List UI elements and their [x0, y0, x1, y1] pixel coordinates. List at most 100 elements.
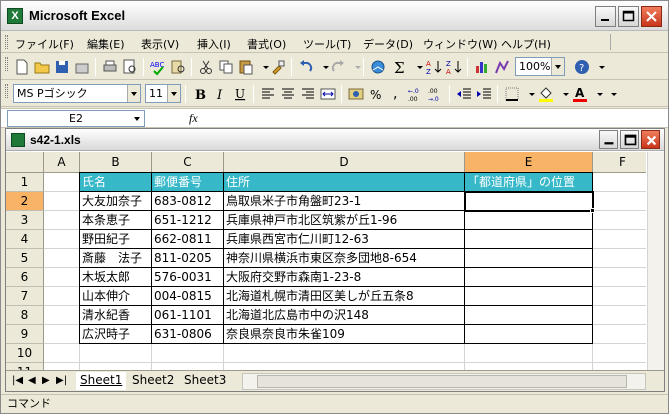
table-cell-d8[interactable]: 北海道北広島市中の沢148 — [224, 306, 465, 325]
font-color-button[interactable]: A — [571, 85, 589, 103]
table-cell-b7[interactable]: 山本伸介 — [80, 287, 152, 306]
cell-f3[interactable] — [593, 211, 646, 230]
menu-format[interactable]: 書式(O) — [247, 36, 286, 52]
align-left-button[interactable] — [259, 85, 277, 103]
select-all-corner[interactable] — [6, 152, 44, 173]
cell-a1[interactable] — [44, 173, 80, 192]
redo-dropdown[interactable] — [349, 58, 361, 76]
horizontal-scrollbar[interactable] — [242, 373, 646, 390]
borders-dropdown[interactable] — [523, 85, 535, 103]
table-cell-c2[interactable]: 683-0812 — [152, 192, 224, 211]
column-header-b[interactable]: B — [80, 152, 152, 173]
cell-b11[interactable] — [80, 363, 152, 370]
chevron-down-icon[interactable] — [551, 58, 564, 75]
sort-ascending-button[interactable]: AZ — [425, 58, 443, 76]
row-header-7[interactable]: 7 — [6, 287, 44, 306]
paste-dropdown[interactable] — [257, 58, 269, 76]
cell-e10[interactable] — [465, 344, 593, 363]
first-sheet-button[interactable]: |◀ — [12, 375, 23, 386]
sheet-tab-2[interactable]: Sheet2 — [128, 372, 178, 390]
cell-f6[interactable] — [593, 268, 646, 287]
table-cell-b5[interactable]: 斎藤 法子 — [80, 249, 152, 268]
table-cell-c3[interactable]: 651-1212 — [152, 211, 224, 230]
autosum-dropdown[interactable] — [411, 58, 423, 76]
zoom-combo[interactable]: 100% — [515, 57, 565, 76]
font-name-combo[interactable]: MS Pゴシック — [13, 84, 141, 103]
sheet-tab-1[interactable]: Sheet1 — [76, 372, 127, 390]
percent-button[interactable]: % — [367, 85, 385, 103]
row-header-10[interactable]: 10 — [6, 344, 44, 363]
row-header-3[interactable]: 3 — [6, 211, 44, 230]
active-cell-selection[interactable] — [464, 191, 594, 212]
research-button[interactable] — [169, 58, 187, 76]
cell-a9[interactable] — [44, 325, 80, 344]
close-button[interactable] — [641, 6, 662, 27]
row-header-9[interactable]: 9 — [6, 325, 44, 344]
permission-button[interactable] — [73, 58, 91, 76]
table-cell-d7[interactable]: 北海道札幌市清田区美しが丘五条8 — [224, 287, 465, 306]
row-header-1[interactable]: 1 — [6, 173, 44, 192]
table-cell-c8[interactable]: 061-1101 — [152, 306, 224, 325]
table-cell-d2[interactable]: 鳥取県米子市角盤町23-1 — [224, 192, 465, 211]
menu-view[interactable]: 表示(V) — [141, 36, 179, 52]
sort-descending-button[interactable]: ZA — [445, 58, 463, 76]
italic-button[interactable]: I — [211, 85, 229, 103]
undo-dropdown[interactable] — [317, 58, 329, 76]
font-size-combo[interactable]: 11 — [145, 84, 181, 103]
spelling-button[interactable]: ABC — [149, 58, 167, 76]
last-sheet-button[interactable]: ▶| — [56, 375, 67, 386]
cell-f11[interactable] — [593, 363, 646, 370]
table-cell-c9[interactable]: 631-0806 — [152, 325, 224, 344]
copy-button[interactable] — [217, 58, 235, 76]
table-cell-d9[interactable]: 奈良県奈良市朱雀109 — [224, 325, 465, 344]
currency-button[interactable] — [347, 85, 365, 103]
cell-a4[interactable] — [44, 230, 80, 249]
help-button[interactable]: ? — [573, 58, 591, 76]
column-header-f[interactable]: F — [593, 152, 646, 173]
toolbar-grip[interactable] — [5, 57, 8, 71]
format-painter-button[interactable] — [269, 58, 287, 76]
table-cell-d4[interactable]: 兵庫県西宮市仁川町12-63 — [224, 230, 465, 249]
menu-data[interactable]: データ(D) — [363, 36, 413, 52]
cell-f2[interactable] — [593, 192, 646, 211]
maximize-button[interactable] — [618, 6, 639, 27]
cell-a7[interactable] — [44, 287, 80, 306]
menu-help[interactable]: ヘルプ(H) — [501, 36, 551, 52]
paste-button[interactable] — [237, 58, 255, 76]
menu-edit[interactable]: 編集(E) — [87, 36, 125, 52]
table-cell-b9[interactable]: 広沢時子 — [80, 325, 152, 344]
new-button[interactable] — [13, 58, 31, 76]
chevron-down-icon[interactable] — [131, 111, 144, 126]
cell-a3[interactable] — [44, 211, 80, 230]
workbook-close-button[interactable] — [641, 130, 660, 149]
row-header-5[interactable]: 5 — [6, 249, 44, 268]
sheet-tab-3[interactable]: Sheet3 — [180, 372, 230, 390]
menu-tools[interactable]: ツール(T) — [303, 36, 351, 52]
table-cell-b2[interactable]: 大友加奈子 — [80, 192, 152, 211]
autosum-button[interactable]: Σ — [391, 58, 409, 77]
header-cell-d[interactable]: 住所 — [224, 173, 465, 192]
cell-c11[interactable] — [152, 363, 224, 370]
spreadsheet-grid[interactable]: A B C D E F 1 2 3 4 5 6 7 8 9 10 11 氏名郵便… — [6, 152, 646, 370]
print-preview-button[interactable] — [121, 58, 139, 76]
increase-indent-button[interactable] — [475, 85, 493, 103]
next-sheet-button[interactable]: ▶ — [42, 375, 50, 386]
chevron-down-icon[interactable] — [127, 85, 140, 102]
menu-insert[interactable]: 挿入(I) — [197, 36, 231, 52]
cell-a8[interactable] — [44, 306, 80, 325]
decrease-indent-button[interactable] — [455, 85, 473, 103]
table-cell-d3[interactable]: 兵庫県神戸市北区筑紫が丘1-96 — [224, 211, 465, 230]
cell-f7[interactable] — [593, 287, 646, 306]
table-cell-e4[interactable] — [465, 230, 593, 249]
cell-f9[interactable] — [593, 325, 646, 344]
table-cell-b8[interactable]: 清水紀香 — [80, 306, 152, 325]
align-center-button[interactable] — [279, 85, 297, 103]
align-right-button[interactable] — [299, 85, 317, 103]
workbook-icon[interactable] — [11, 133, 25, 147]
cell-a10[interactable] — [44, 344, 80, 363]
cell-b10[interactable] — [80, 344, 152, 363]
borders-button[interactable] — [503, 85, 521, 103]
menu-grip[interactable] — [5, 35, 8, 49]
toolbar-grip[interactable] — [5, 84, 8, 98]
fill-color-button[interactable] — [537, 85, 555, 103]
